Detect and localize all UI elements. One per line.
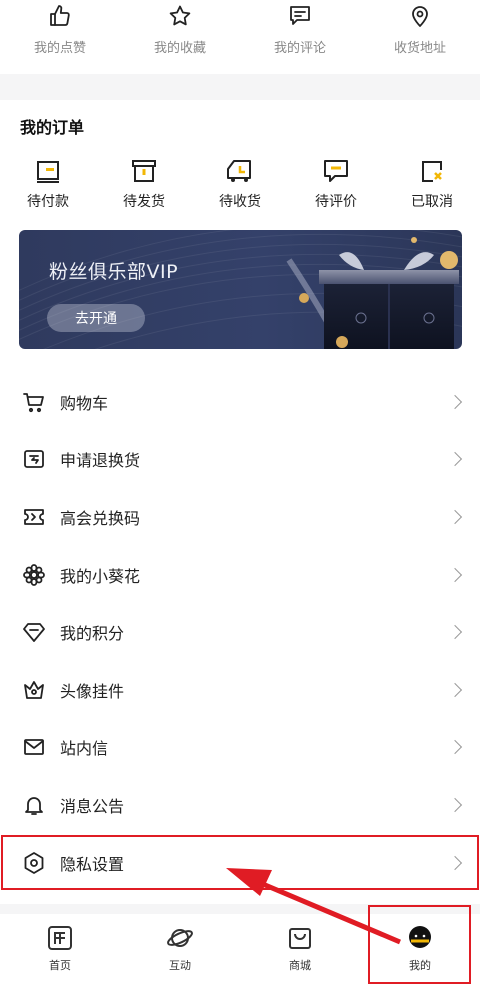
menu-label: 头像挂件 [60,681,125,701]
section-divider [0,74,480,100]
truck-icon [227,160,251,182]
menu-avatar-frame[interactable]: 头像挂件 [0,661,480,719]
menu-sunflower[interactable]: 我的小葵花 [0,546,480,604]
settings-icon [24,851,44,874]
chevron-right-icon [447,394,463,409]
nav-label: 首页 [49,959,71,972]
nav-divider [0,904,480,914]
order-pending-payment[interactable]: 待付款 [0,156,96,211]
order-label: 待评价 [315,194,357,210]
home-icon [48,926,72,950]
nav-interact[interactable]: 互动 [120,914,240,987]
menu-points[interactable]: 我的积分 [0,603,480,661]
chevron-right-icon [447,740,463,755]
chevron-right-icon [447,567,463,582]
box-icon [132,160,156,182]
crown-icon [24,680,44,699]
menu-label: 消息公告 [60,796,125,816]
gift-box-icon [286,237,459,349]
thumbs-up-icon [50,5,70,26]
nav-mall[interactable]: 商城 [240,914,360,987]
menu-label: 我的小葵花 [60,566,141,586]
profile-icon [409,926,431,948]
menu-cart[interactable]: 购物车 [0,373,480,431]
chevron-right-icon [447,509,463,525]
menu-label: 我的积分 [60,624,125,644]
review-icon [324,160,348,182]
orders-title: 我的订单 [20,118,85,137]
chevron-right-icon [447,855,463,870]
bell-icon [25,797,43,815]
diamond-icon [23,623,45,643]
star-icon [169,5,191,26]
order-label: 已取消 [411,194,453,210]
planet-icon [167,929,193,947]
order-label: 待发货 [123,194,165,210]
shortcut-address[interactable]: 收货地址 [360,0,480,74]
comment-icon [290,6,310,25]
flower-icon [23,563,45,586]
orders-row: 待付款 待发货 待收货 待评价 已取消 [0,156,480,211]
order-label: 待付款 [27,194,69,210]
order-to-ship[interactable]: 待发货 [96,156,192,211]
shortcut-bar: 我的点赞 我的收藏 我的评论 收货地址 [0,0,480,74]
menu-redeem-code[interactable]: 高会兑换码 [0,488,480,546]
mail-icon [24,739,44,756]
nav-label: 互动 [169,959,191,972]
shopping-bag-icon [289,928,311,949]
chevron-right-icon [447,682,463,697]
order-to-review[interactable]: 待评价 [288,156,384,211]
nav-label: 商城 [289,959,311,972]
menu-label: 高会兑换码 [60,508,141,528]
vip-banner[interactable]: 粉丝俱乐部VIP 去开通 [19,230,462,349]
order-to-receive[interactable]: 待收货 [192,156,288,211]
vip-title: 粉丝俱乐部VIP [49,261,179,283]
menu-announcements[interactable]: 消息公告 [0,776,480,834]
menu-privacy-settings[interactable]: 隐私设置 [0,834,480,892]
vip-activate-button[interactable]: 去开通 [47,304,145,332]
shortcut-label: 收货地址 [393,41,446,56]
shortcut-comments[interactable]: 我的评论 [240,0,360,74]
menu-label: 隐私设置 [60,854,125,874]
return-icon [24,450,44,469]
settings-menu: 购物车 申请退换货 高会兑换码 我的小葵花 我的积分 头像挂件 站内信 消息公告 [0,373,480,891]
menu-returns[interactable]: 申请退换货 [0,431,480,489]
bottom-nav: 首页 互动 商城 我的 [0,914,480,987]
menu-label: 购物车 [60,393,109,413]
order-label: 待收货 [219,194,261,210]
chevron-right-icon [447,625,463,640]
cancel-icon [422,161,442,182]
location-pin-icon [412,6,428,27]
chevron-right-icon [447,797,463,813]
nav-profile[interactable]: 我的 [360,914,480,987]
menu-label: 站内信 [60,739,109,759]
shortcut-label: 我的评论 [273,41,326,56]
order-cancelled[interactable]: 已取消 [384,156,480,211]
shortcut-likes[interactable]: 我的点赞 [0,0,120,74]
chevron-right-icon [447,452,463,467]
shortcut-label: 我的点赞 [33,41,86,56]
wallet-icon [37,161,59,183]
shortcut-favorites[interactable]: 我的收藏 [120,0,240,74]
nav-label: 我的 [409,959,431,972]
menu-label: 申请退换货 [60,451,141,471]
cart-icon [23,392,44,412]
nav-home[interactable]: 首页 [0,914,120,987]
ticket-icon [24,509,44,525]
shortcut-label: 我的收藏 [153,41,206,56]
menu-inbox[interactable]: 站内信 [0,719,480,777]
